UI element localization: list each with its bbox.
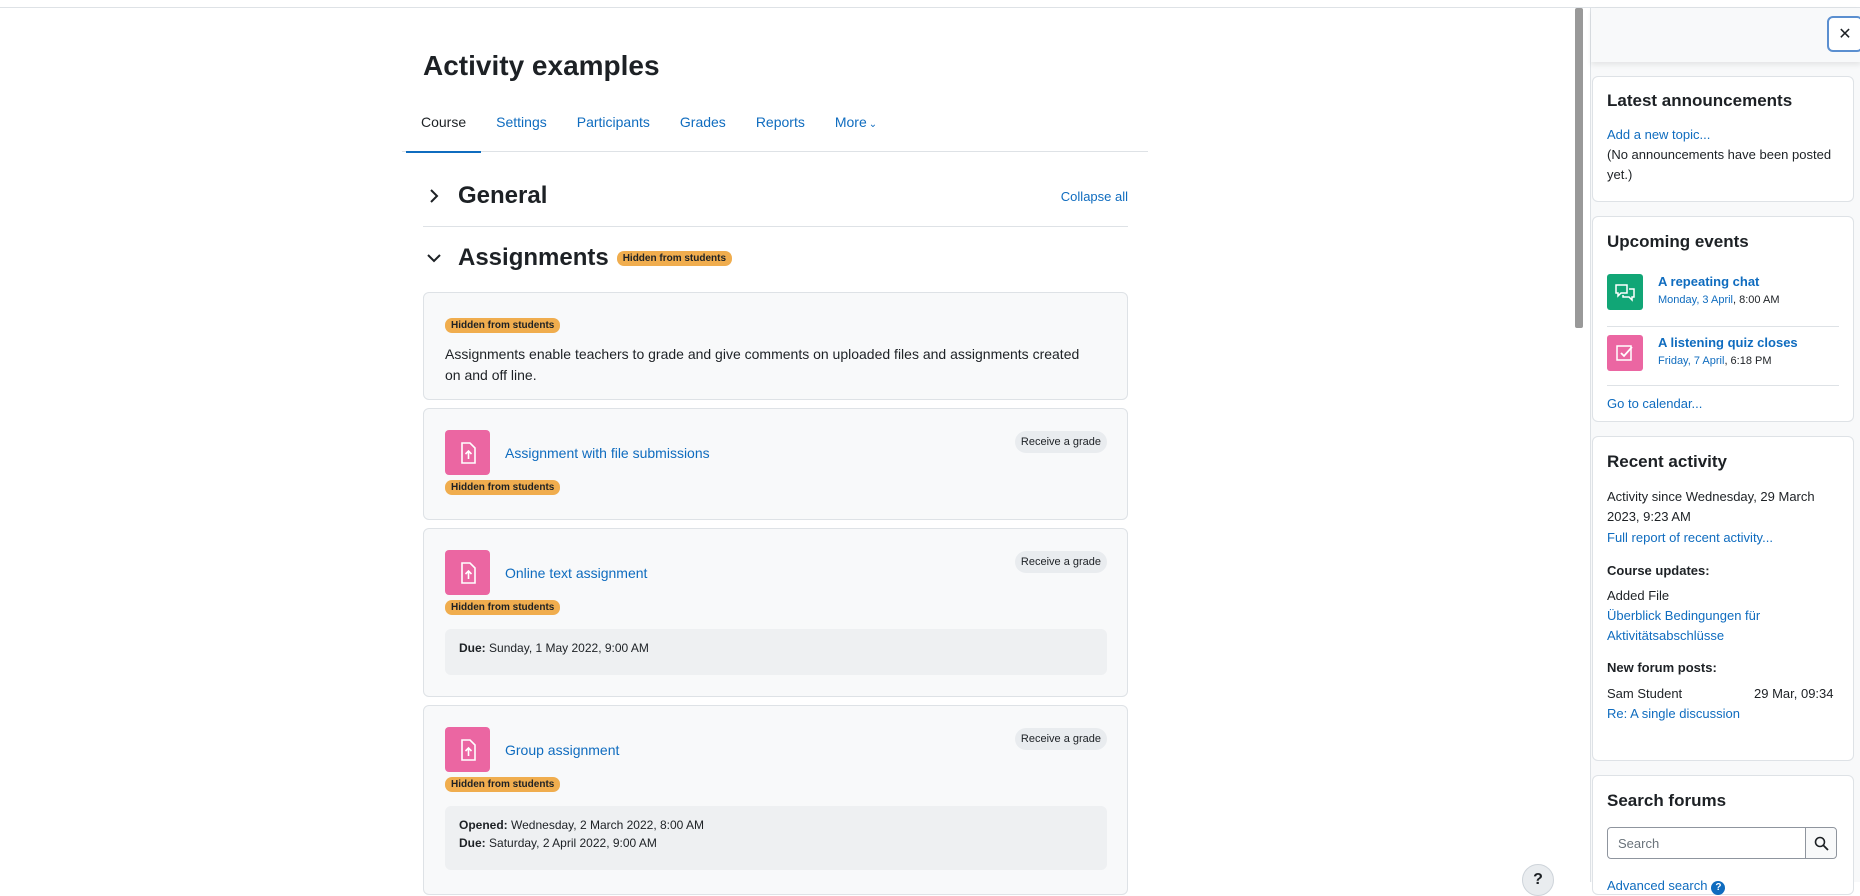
event-date: Friday, 7 April, 6:18 PM: [1658, 355, 1772, 367]
activity-card: Online text assignment Receive a grade H…: [423, 528, 1128, 697]
activity-dates: Due: Sunday, 1 May 2022, 9:00 AM: [445, 629, 1107, 675]
event-divider: [1607, 385, 1839, 386]
page-title: Activity examples: [423, 50, 660, 81]
assignment-icon: [445, 727, 490, 772]
tab-participants[interactable]: Participants: [562, 104, 665, 152]
activity-card: Group assignment Receive a grade Hidden …: [423, 705, 1128, 895]
forum-search-input[interactable]: [1608, 828, 1806, 858]
quiz-icon: [1607, 335, 1643, 371]
event-date: Monday, 3 April, 8:00 AM: [1658, 294, 1780, 306]
due-date: Sunday, 1 May 2022, 9:00 AM: [489, 641, 649, 655]
tab-more-label: More: [834, 114, 867, 130]
block-title: Upcoming events: [1607, 232, 1749, 251]
opened-date: Wednesday, 2 March 2022, 8:00 AM: [511, 818, 705, 832]
hidden-badge: Hidden from students: [616, 250, 733, 266]
full-report-link[interactable]: Full report of recent activity...: [1607, 528, 1773, 548]
section-assignments-header: Assignments Hidden from students: [423, 238, 1128, 278]
chat-icon: [1607, 274, 1643, 310]
opened-label: Opened:: [459, 818, 508, 832]
activity-link[interactable]: Online text assignment: [505, 565, 647, 581]
go-to-calendar-link[interactable]: Go to calendar...: [1607, 394, 1702, 414]
block-recent-activity: Recent activity Activity since Wednesday…: [1592, 436, 1854, 761]
post-date: 29 Mar, 09:34: [1754, 686, 1834, 701]
search-group: [1607, 827, 1837, 859]
chevron-right-icon[interactable]: [423, 188, 445, 204]
assignment-icon: [445, 550, 490, 595]
added-file-text: Added File: [1607, 588, 1670, 603]
event-day-link[interactable]: Friday, 7 April: [1658, 355, 1724, 367]
block-upcoming-events: Upcoming events A repeating chat Monday,…: [1592, 216, 1854, 422]
add-topic-link[interactable]: Add a new topic...: [1607, 125, 1710, 145]
help-button[interactable]: ?: [1522, 864, 1554, 896]
search-icon: [1814, 836, 1829, 851]
advanced-search-row: Advanced search?: [1607, 876, 1726, 896]
activity-dates: Opened: Wednesday, 2 March 2022, 8:00 AM…: [445, 806, 1107, 870]
new-forum-posts-heading: New forum posts:: [1607, 660, 1717, 675]
event-time: , 8:00 AM: [1733, 294, 1780, 306]
block-title: Recent activity: [1607, 452, 1727, 471]
drawer-header: ✕: [1591, 8, 1860, 62]
secondary-navigation: Course Settings Participants Grades Repo…: [402, 104, 1148, 153]
block-title: Search forums: [1607, 791, 1727, 810]
main-content: Activity examples Course Settings Partic…: [402, 0, 1148, 895]
section-summary: Assignments enable teachers to grade and…: [445, 346, 1080, 383]
help-icon[interactable]: ?: [1711, 881, 1726, 895]
no-announcements-text: (No announcements have been posted yet.): [1607, 147, 1832, 182]
scrollbar-thumb[interactable]: [1575, 8, 1583, 328]
completion-requirement: Receive a grade: [1014, 728, 1107, 750]
tab-course[interactable]: Course: [406, 104, 482, 153]
hidden-badge: Hidden from students: [445, 318, 561, 333]
completion-requirement: Receive a grade: [1014, 431, 1107, 453]
section-general-header: General Collapse all: [423, 176, 1128, 216]
section-title-assignments[interactable]: Assignments: [458, 244, 609, 272]
tab-more[interactable]: More ⌄: [820, 104, 892, 152]
advanced-search-link[interactable]: Advanced search: [1607, 878, 1707, 893]
hidden-badge: Hidden from students: [445, 480, 561, 495]
due-row: Due: Saturday, 2 April 2022, 9:00 AM: [459, 834, 1093, 852]
section-title-general[interactable]: General: [458, 182, 547, 210]
chevron-down-icon: ⌄: [868, 119, 878, 130]
activity-link[interactable]: Assignment with file submissions: [505, 445, 710, 461]
course-updates-heading: Course updates:: [1607, 563, 1710, 578]
close-drawer-button[interactable]: ✕: [1827, 16, 1860, 52]
event-link[interactable]: A repeating chat: [1658, 274, 1759, 289]
collapse-all-link[interactable]: Collapse all: [1061, 189, 1128, 204]
assignment-icon: [445, 430, 490, 475]
section-summary-card: Hidden from students Assignments enable …: [423, 292, 1128, 400]
post-author: Sam Student: [1607, 686, 1683, 701]
search-button[interactable]: [1806, 828, 1836, 858]
activity-since-text: Activity since Wednesday, 29 March 2023,…: [1607, 489, 1815, 524]
tab-grades[interactable]: Grades: [665, 104, 741, 152]
due-label: Due:: [459, 836, 486, 850]
file-link[interactable]: Überblick Bedingungen für Aktivitätsabsc…: [1607, 606, 1807, 646]
tab-settings[interactable]: Settings: [481, 104, 562, 152]
hidden-badge: Hidden from students: [445, 600, 561, 615]
due-date: Saturday, 2 April 2022, 9:00 AM: [489, 836, 657, 850]
activity-link[interactable]: Group assignment: [505, 742, 619, 758]
event-day-link[interactable]: Monday, 3 April: [1658, 294, 1733, 306]
tab-reports[interactable]: Reports: [741, 104, 820, 152]
chevron-down-icon[interactable]: [423, 253, 445, 263]
opened-row: Opened: Wednesday, 2 March 2022, 8:00 AM: [459, 816, 1093, 834]
event-divider: [1607, 326, 1839, 327]
due-label: Due:: [459, 641, 486, 655]
event-link[interactable]: A listening quiz closes: [1658, 335, 1798, 350]
event-time: , 6:18 PM: [1724, 355, 1772, 367]
activity-card: Assignment with file submissions Receive…: [423, 408, 1128, 520]
section-divider: [423, 226, 1128, 227]
completion-requirement: Receive a grade: [1014, 551, 1107, 573]
block-latest-announcements: Latest announcements Add a new topic... …: [1592, 76, 1854, 202]
block-search-forums: Search forums Advanced search?: [1592, 775, 1854, 895]
hidden-badge: Hidden from students: [445, 777, 561, 792]
block-drawer: ✕ Latest announcements Add a new topic..…: [1590, 8, 1860, 895]
block-title: Latest announcements: [1607, 91, 1793, 110]
post-link[interactable]: Re: A single discussion: [1607, 704, 1740, 724]
